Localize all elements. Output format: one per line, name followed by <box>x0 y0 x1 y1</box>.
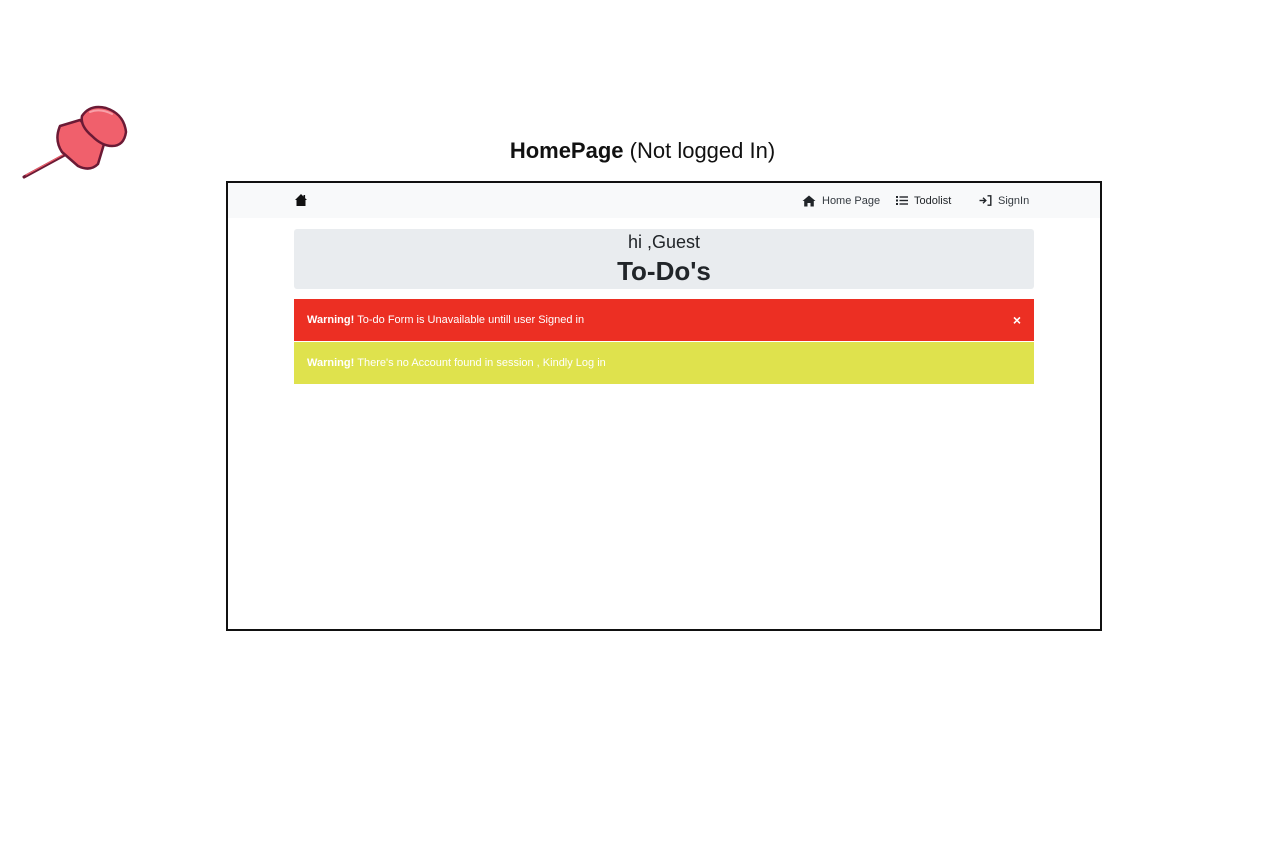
nav-todolist[interactable]: Todolist <box>896 183 951 218</box>
nav-todolist-label: Todolist <box>914 194 952 207</box>
alert-form-unavailable: Warning! To-do Form is Unavailable until… <box>294 299 1034 341</box>
caption-bold: HomePage <box>509 138 624 163</box>
alert-message: To-do Form is Unavailable untill user Si… <box>357 314 585 326</box>
home-icon[interactable] <box>294 193 308 207</box>
alert-no-account: Warning! There's no Account found in ses… <box>294 342 1034 384</box>
list-icon <box>896 196 908 205</box>
browser-frame: Home Page Todolist SignIn hi ,Guest To-D… <box>226 181 1102 631</box>
jumbotron: hi ,Guest To-Do's <box>294 229 1034 289</box>
nav-home-page[interactable]: Home Page <box>802 183 880 218</box>
greeting-text: hi ,Guest <box>627 232 701 252</box>
navbar: Home Page Todolist SignIn <box>228 183 1100 218</box>
alert-strong: Warning! <box>307 314 355 326</box>
nav-signin-label: SignIn <box>998 194 1030 207</box>
alert-strong: Warning! <box>307 357 355 369</box>
nav-home-page-label: Home Page <box>822 194 881 207</box>
nav-signin[interactable]: SignIn <box>979 183 1029 218</box>
page-title: To-Do's <box>617 256 711 286</box>
page-caption: HomePage (Not logged In) <box>0 138 1285 164</box>
close-icon[interactable]: × <box>1013 299 1021 341</box>
home-icon <box>802 195 816 206</box>
caption-rest: (Not logged In) <box>623 138 776 163</box>
alert-message: There's no Account found in session , Ki… <box>357 357 606 369</box>
canvas: HomePage (Not logged In) Home Page Todol… <box>0 0 1285 857</box>
sign-in-icon <box>979 195 992 206</box>
